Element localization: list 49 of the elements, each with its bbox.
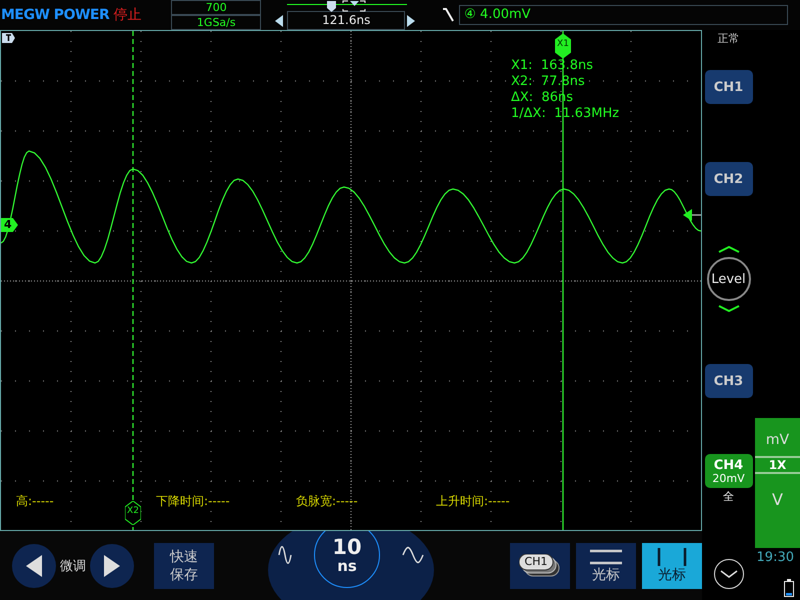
measurement-reading: 高:----- xyxy=(16,493,54,510)
measurement-reading: 上升时间:----- xyxy=(436,493,510,510)
scale-option[interactable]: 1X xyxy=(755,456,800,474)
down-chevron-icon xyxy=(720,570,738,578)
trigger-mode: 正常 xyxy=(718,31,740,46)
clock: 19:30 xyxy=(756,550,794,565)
source-button[interactable]: CH1 xyxy=(510,542,570,588)
collapse-button[interactable] xyxy=(714,559,744,589)
channel-marker: 4 xyxy=(1,218,18,232)
cursor-marker[interactable]: X1 xyxy=(555,34,571,58)
down-chevron-icon xyxy=(718,305,740,312)
trigger-level: ④ 4.00mV xyxy=(459,5,788,25)
trigger-position-icon xyxy=(325,0,366,13)
level-knob[interactable]: Level xyxy=(706,257,750,301)
right-triangle-icon xyxy=(104,554,120,576)
timebase-dial[interactable]: 10 ns xyxy=(268,531,434,600)
quick-save-button[interactable]: 快速 保存 xyxy=(154,542,214,588)
cursor-button[interactable]: 光标 xyxy=(576,542,636,588)
channel-button[interactable]: CH2 xyxy=(704,162,752,196)
brand-logo: MEGW POWER xyxy=(1,7,110,23)
sample-rate: 1GSa/s xyxy=(171,15,262,30)
left-triangle-icon xyxy=(26,554,42,576)
next-button[interactable] xyxy=(90,544,134,588)
trigger-marker-icon xyxy=(2,32,16,44)
trigger-level-marker-icon xyxy=(683,208,701,222)
cursor-button[interactable]: 光标 xyxy=(642,542,702,588)
channel-button[interactable]: CH3 xyxy=(704,364,752,398)
fine-tune-label: 微调 xyxy=(60,558,86,574)
horizontal-position: 121.6ns xyxy=(287,11,406,30)
timebase-value: 10 xyxy=(332,536,362,558)
measurement-reading: 下降时间:----- xyxy=(156,493,230,510)
horizontal-lines-icon xyxy=(588,548,624,566)
measurement-reading: 负脉宽:----- xyxy=(296,493,358,510)
timebase-unit: ns xyxy=(337,558,357,574)
run-status: 停止 xyxy=(113,6,142,24)
falling-edge-icon xyxy=(441,7,456,23)
scroll-right-icon[interactable] xyxy=(407,15,416,27)
sine-wave-icon xyxy=(278,544,292,566)
sine-wave-icon xyxy=(402,544,424,564)
scroll-left-icon[interactable] xyxy=(275,15,284,27)
previous-button[interactable] xyxy=(12,544,56,588)
memory-depth: 700 xyxy=(171,0,262,15)
channel-button[interactable]: CH1 xyxy=(704,70,752,104)
channel-button[interactable]: CH4 20mV xyxy=(704,454,752,488)
coupling-label: 全 xyxy=(723,489,734,504)
up-chevron-icon xyxy=(718,246,740,253)
cursor-marker[interactable]: X2 xyxy=(125,501,141,525)
battery-icon xyxy=(784,579,794,597)
stacked-tags-icon xyxy=(519,554,561,578)
